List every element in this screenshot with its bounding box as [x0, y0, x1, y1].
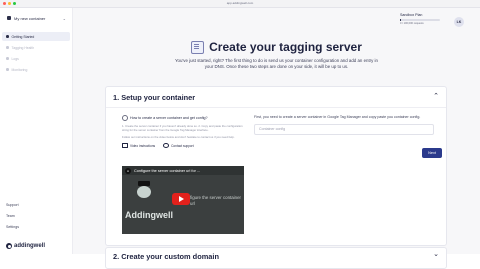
sidebar-item-support[interactable]: Support [6, 200, 19, 211]
video-instructions-label: Video instructions [130, 143, 156, 148]
step-title: 1. Setup your container [113, 93, 196, 102]
workspace-icon [7, 16, 11, 20]
workspace-name: My new container [14, 15, 46, 21]
sidebar-item-tagging-health[interactable]: Tagging Health [2, 43, 70, 52]
chevron-down-icon[interactable]: ⌄ [433, 250, 439, 258]
server-icon [191, 40, 205, 54]
hero-heading: Create your tagging server [73, 40, 480, 54]
sidebar-nav: Getting Started Tagging Health Logs Moni… [2, 32, 70, 76]
mascot-face [137, 186, 151, 198]
contact-support-link[interactable]: Contact support [163, 143, 194, 148]
workspace-selector[interactable]: My new container ⌄ [4, 13, 68, 23]
video-header: A Configure the server container url for… [122, 166, 244, 175]
step-title: 2. Create your custom domain [113, 252, 219, 261]
config-section: First, you need to create a server conta… [254, 115, 439, 135]
logo-text: addingwell [14, 243, 46, 249]
help-follow-text: Follow our instructions on the video bel… [122, 135, 235, 139]
avatar[interactable]: LK [454, 17, 464, 27]
chevron-updown-icon: ⌄ [62, 15, 66, 21]
plan-title: Sandbox Plan [400, 13, 423, 17]
sidebar-item-label: Getting Started [11, 34, 35, 39]
main-content: Sandbox Plan 0 / 100,000 requests LK Cre… [73, 8, 480, 269]
video-brand-text: Addingwell [125, 210, 173, 220]
sidebar-item-getting-started[interactable]: Getting Started [2, 32, 70, 41]
sidebar-item-logs[interactable]: Logs [2, 54, 70, 63]
setup-container-card: 1. Setup your container ⌃ How to create … [105, 86, 447, 246]
help-links: Video instructions Contact support [122, 143, 247, 148]
sidebar-item-settings[interactable]: Settings [6, 222, 19, 233]
sidebar-item-label: Logs [11, 56, 19, 61]
chevron-up-icon[interactable]: ⌃ [433, 92, 439, 100]
sidebar-item-label: Monitoring [11, 67, 28, 72]
address-bar[interactable]: app.addingwell.com [0, 1, 480, 5]
sidebar-item-team[interactable]: Team [6, 211, 19, 222]
play-icon[interactable] [172, 193, 190, 205]
chart-icon [6, 68, 9, 71]
sidebar: My new container ⌄ Getting Started Taggi… [0, 8, 73, 254]
list-icon [6, 57, 9, 60]
container-config-input[interactable]: Container config [254, 124, 434, 135]
info-icon [122, 115, 128, 121]
config-instructions: First, you need to create a server conta… [254, 115, 421, 119]
sidebar-item-label: Tagging Health [11, 45, 35, 50]
mascot-image [136, 181, 152, 203]
support-icon [163, 143, 170, 148]
next-button[interactable]: Next [422, 148, 442, 158]
browser-bar: app.addingwell.com [0, 0, 480, 8]
plan-usage: Sandbox Plan 0 / 100,000 requests [400, 13, 460, 27]
custom-domain-card[interactable]: 2. Create your custom domain ⌄ [105, 247, 447, 269]
plan-usage-bar [400, 19, 440, 21]
help-section: How to create a server container and get… [122, 115, 247, 148]
help-question-text: How to create a server container and get… [130, 116, 208, 120]
sidebar-bottom-nav: Support Team Settings [6, 200, 19, 233]
logo-icon [6, 243, 12, 249]
hero: Create your tagging server You've just s… [73, 40, 480, 70]
heart-icon [6, 46, 9, 49]
divider [106, 107, 446, 108]
video-title[interactable]: Configure the server container url for .… [134, 169, 200, 173]
sidebar-item-monitoring[interactable]: Monitoring [2, 65, 70, 74]
rocket-icon [6, 35, 9, 38]
video-thumbnail: Addingwell figure the server container u… [122, 175, 244, 234]
video-player[interactable]: A Configure the server container url for… [122, 166, 244, 234]
video-icon [122, 143, 128, 148]
channel-avatar[interactable]: A [125, 167, 131, 174]
video-overlay-text: figure the server container url [190, 195, 242, 206]
contact-support-label: Contact support [171, 143, 194, 148]
help-steps: 1. Create the server container if you ha… [122, 124, 243, 132]
plan-usage-count: 0 / 100,000 requests [400, 22, 424, 25]
plan-usage-fill [400, 19, 402, 21]
page-subtitle: You've just started, right? The first th… [175, 58, 378, 69]
video-instructions-link[interactable]: Video instructions [122, 143, 155, 148]
addingwell-logo[interactable]: addingwell [6, 243, 45, 249]
page-title: Create your tagging server [209, 40, 362, 54]
help-question: How to create a server container and get… [122, 115, 247, 121]
